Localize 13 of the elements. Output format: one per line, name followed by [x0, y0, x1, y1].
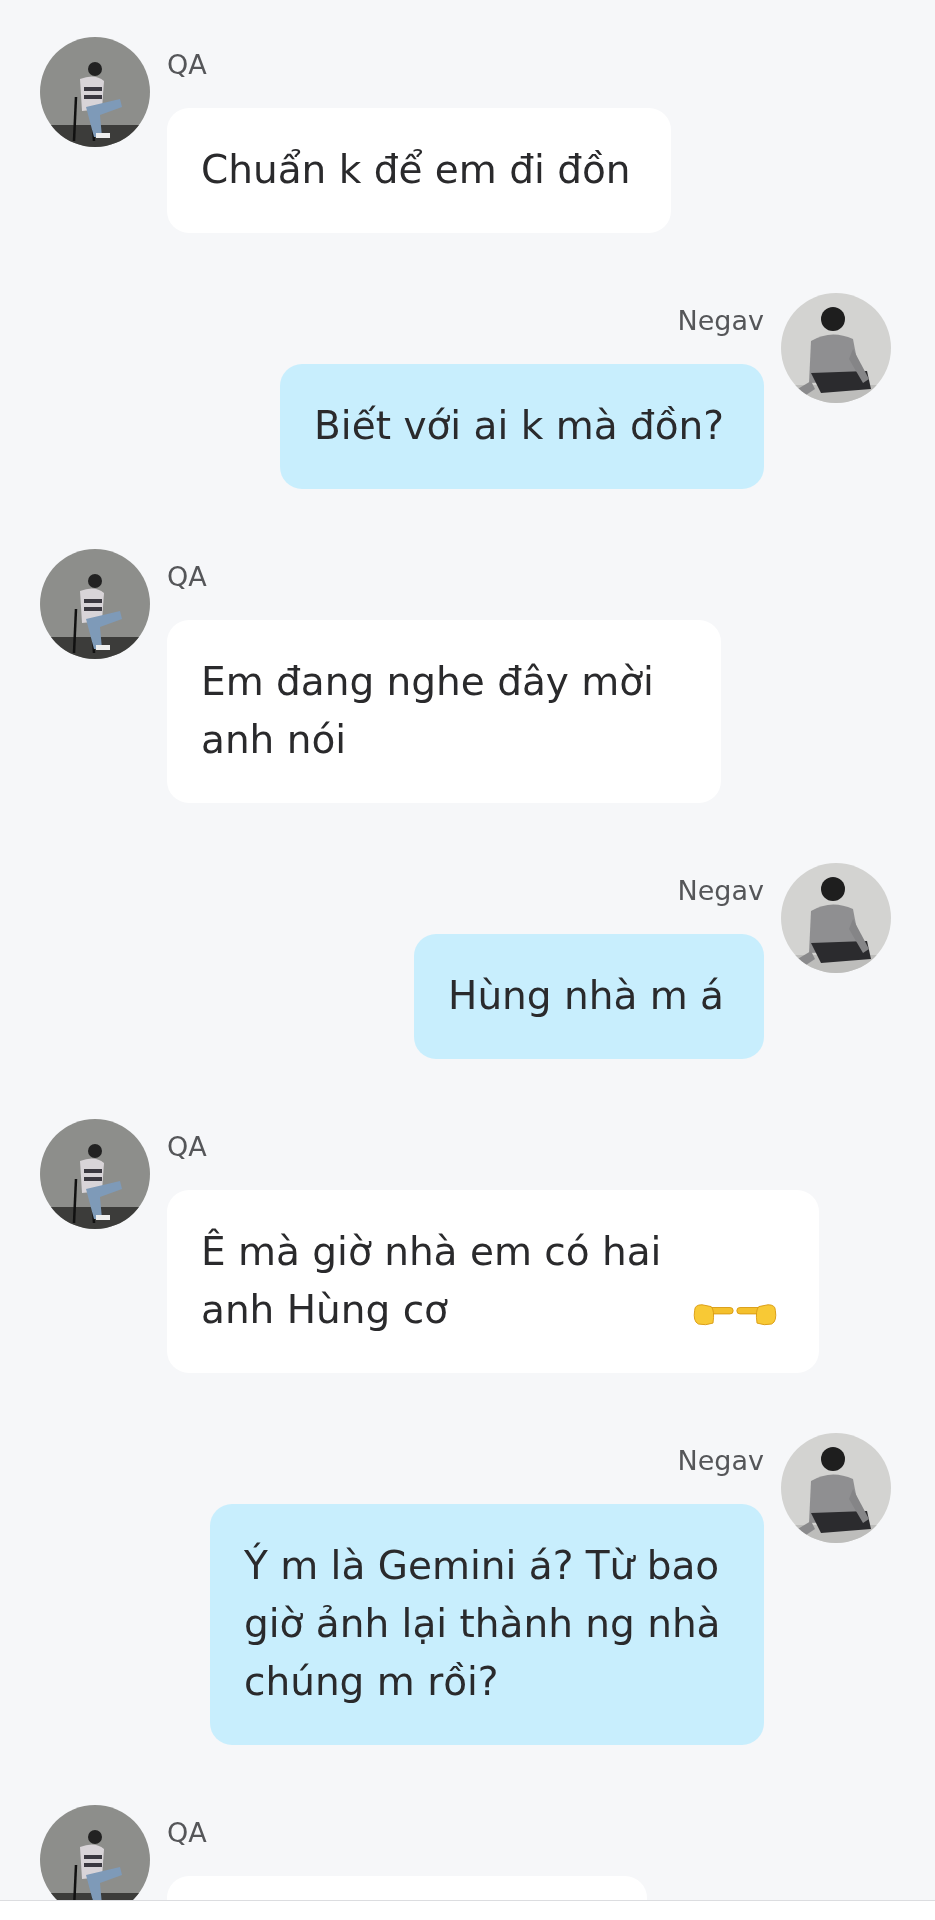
sender-name: QA: [167, 1816, 208, 1850]
sender-name: QA: [167, 48, 208, 82]
message-text: Ý m là Gemini á? Từ bao giờ ảnh lại thành ng nhà chúng m rồi?: [244, 1543, 721, 1704]
sender-name: Negav: [677, 1444, 764, 1478]
message-text: Chuẩn k để em đi đồn: [201, 147, 631, 192]
message-text: Ê mà giờ nhà em có hai anh Hùng cơ: [201, 1227, 663, 1334]
sender-name: QA: [167, 560, 208, 594]
sender-name: QA: [167, 1130, 208, 1164]
sender-name: Negav: [677, 304, 764, 338]
message-text: Em đang nghe đây mời anh nói: [201, 659, 654, 762]
sender-name: Negav: [677, 874, 764, 908]
message-text: Hùng nhà m á: [448, 973, 724, 1018]
message-text: Biết với ai k mà đồn?: [314, 403, 724, 448]
